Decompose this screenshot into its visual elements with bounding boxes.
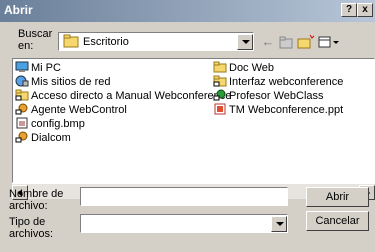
file-item-label: Agente WebControl [31,104,127,116]
file-item[interactable]: Acceso directo a Manual Webconference [15,89,231,103]
network-icon [15,75,29,87]
look-in-dropdown-button[interactable] [237,34,253,50]
file-type-dropdown-button[interactable] [271,216,287,232]
file-item[interactable]: Dialcom [15,131,71,145]
file-item-label: Interfaz webconference [229,76,344,88]
file-item[interactable]: config.bmp [15,117,85,131]
bitmap-icon [15,117,29,129]
open-button[interactable]: Abrir [306,187,369,207]
help-button[interactable]: ? [341,3,357,17]
shortcut-icon [15,103,29,115]
folder-icon [213,61,227,73]
back-icon[interactable]: ← [260,34,276,50]
file-item-label: Mis sitios de red [31,76,111,88]
file-item-label: config.bmp [31,118,85,130]
look-in-value: Escritorio [83,36,129,48]
up-folder-icon[interactable] [278,34,294,50]
file-type-label: Tipo de archivos: [9,216,54,240]
file-name-input[interactable] [80,187,288,206]
file-list[interactable]: Mi PC Mis sitios de red Acceso directo a M… [12,58,375,183]
close-button[interactable]: x [357,3,373,17]
computer-icon [15,61,29,73]
title-bar[interactable]: Abrir ? x [0,0,375,22]
file-item[interactable]: Agente WebControl [15,103,127,117]
file-item-label: Profesor WebClass [229,90,324,102]
folder-icon [63,34,79,48]
shortcut-icon [15,131,29,143]
folder-shortcut-icon [213,75,227,87]
file-item[interactable]: Doc Web [213,61,274,75]
file-item-label: TM Webconference.ppt [229,104,344,116]
open-dialog: Abrir ? x Buscar en: Escritorio ← Mi PC M… [0,0,375,252]
look-in-label: Buscar en: [18,28,53,52]
file-item[interactable]: Interfaz webconference [213,75,343,89]
dialog-title: Abrir [4,3,33,17]
app-shortcut-icon [213,89,227,101]
file-item[interactable]: Profesor WebClass [213,89,324,103]
file-item[interactable]: TM Webconference.ppt [213,103,343,117]
folder-shortcut-icon [15,89,29,101]
file-type-combo[interactable] [80,214,288,233]
cancel-button[interactable]: Cancelar [306,211,369,231]
new-folder-icon[interactable] [297,34,315,50]
file-item-label: Dialcom [31,132,71,144]
file-item-label: Doc Web [229,62,275,74]
view-menu-icon[interactable] [318,34,340,50]
file-item[interactable]: Mis sitios de red [15,75,110,89]
file-item[interactable]: Mi PC [15,61,61,75]
look-in-combo[interactable]: Escritorio [58,32,254,51]
powerpoint-icon [213,103,227,115]
file-name-label: Nombre de archivo: [9,188,64,212]
file-item-label: Acceso directo a Manual Webconference [31,90,232,102]
file-item-label: Mi PC [31,62,61,74]
